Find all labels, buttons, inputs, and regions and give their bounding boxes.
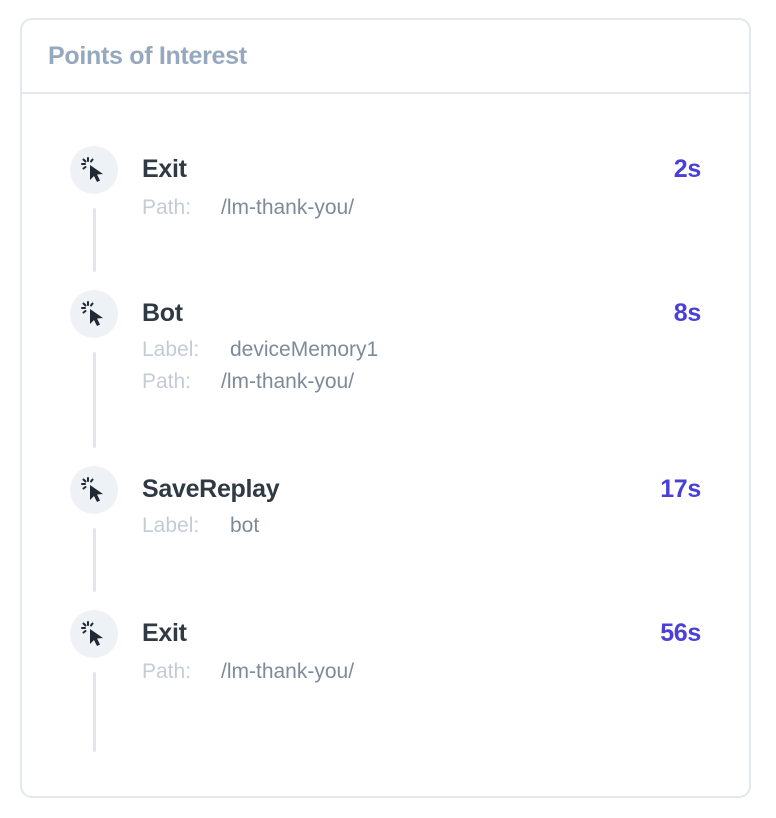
path-value: /lm-thank-you/ [221,196,355,219]
timeline-connector [93,208,96,272]
path-value: /lm-thank-you/ [221,660,355,683]
timeline-connector [93,528,96,592]
event-label-row: Label: deviceMemory1 [142,338,378,362]
event-path-row: Path: /lm-thank-you/ [142,660,354,684]
event-time: 8s [673,299,702,327]
card-header: Points of Interest [22,20,749,94]
path-key: Path: [142,660,192,683]
cursor-click-icon [70,466,118,514]
cursor-click-icon [70,290,118,338]
cursor-click-icon [70,146,118,194]
event-label-row: Label: bot [142,514,259,538]
path-value: /lm-thank-you/ [221,370,355,393]
path-key: Path: [142,196,192,219]
event-time: 56s [660,619,701,647]
cursor-click-icon [70,610,118,658]
label-key: Label: [142,338,200,361]
card-title: Points of Interest [48,41,247,70]
event-path-row: Path: /lm-thank-you/ [142,370,354,394]
timeline-connector [93,672,96,752]
points-of-interest-card: Points of Interest Exit 2s Path: /lm-than… [20,18,751,798]
event-path-row: Path: /lm-thank-you/ [142,196,354,220]
event-title: Exit [142,619,187,647]
label-value: deviceMemory1 [230,338,379,361]
path-key: Path: [142,370,192,393]
timeline-connector [93,352,96,448]
event-title: SaveReplay [142,475,280,503]
label-key: Label: [142,514,200,537]
event-title: Bot [142,299,183,327]
event-time: 2s [673,155,702,183]
label-value: bot [230,514,260,537]
event-title: Exit [142,155,187,183]
event-time: 17s [660,475,701,503]
